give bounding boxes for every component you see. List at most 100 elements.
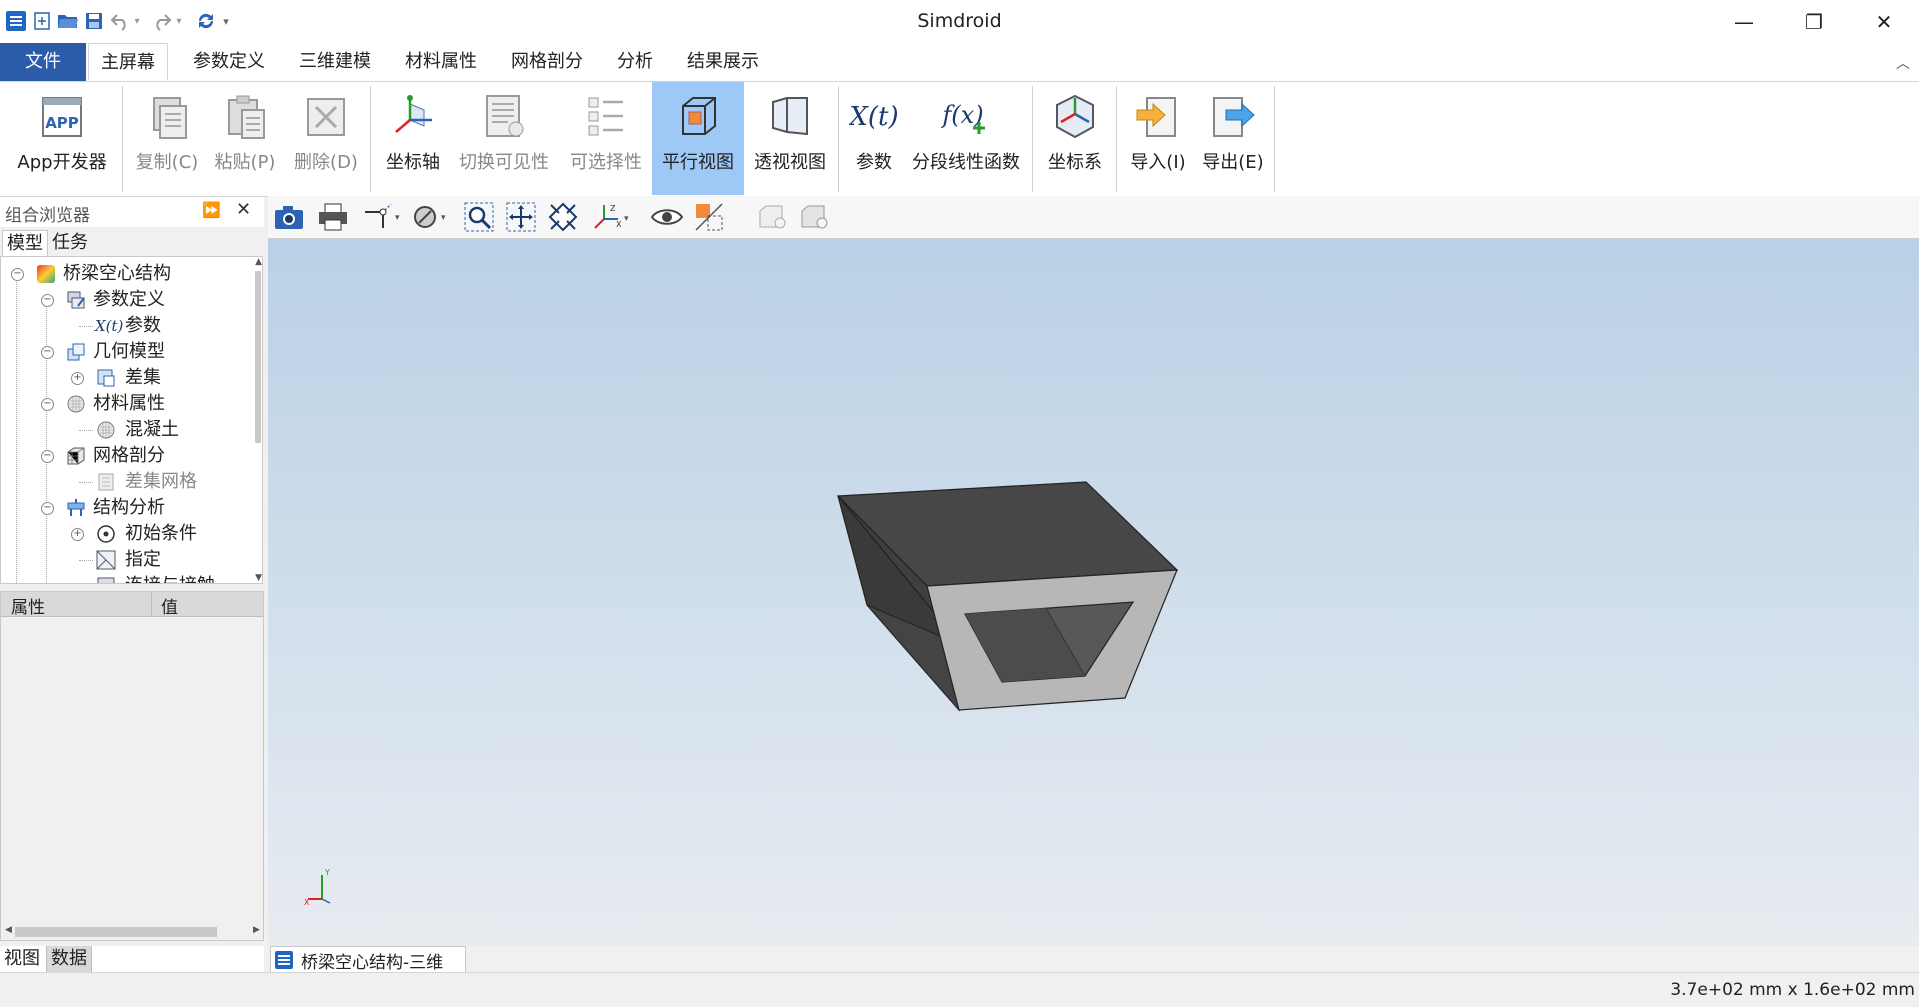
tree-item-label: 指定 xyxy=(125,549,161,570)
toggle-visibility-button[interactable]: 切换可见性 xyxy=(452,82,556,195)
initial-condition-icon xyxy=(97,525,115,543)
fit-all-icon[interactable] xyxy=(504,200,538,234)
tree-expand-icon[interactable]: + xyxy=(71,372,84,385)
restore-button[interactable]: ❐ xyxy=(1779,0,1849,43)
import-icon xyxy=(1136,97,1176,137)
menu-analysis[interactable]: 分析 xyxy=(605,43,665,81)
menu-file[interactable]: 文件 xyxy=(0,43,86,81)
menu-material-properties[interactable]: 材料属性 xyxy=(393,43,489,81)
axis-button[interactable]: 坐标轴 xyxy=(376,82,450,195)
coordinate-system-label: 坐标系 xyxy=(1048,152,1102,173)
tree-scroll-up-icon[interactable]: ▲ xyxy=(255,257,262,267)
combo-browser-title: 组合浏览器 xyxy=(5,206,90,226)
piecewise-function-icon: f(x) xyxy=(941,101,985,134)
parallel-view-label: 平行视图 xyxy=(662,152,734,173)
tab-task[interactable]: 任务 xyxy=(48,230,92,256)
axis-y-label: Y xyxy=(324,868,330,877)
selectability-icon xyxy=(588,97,623,136)
paste-button[interactable]: 粘贴(P) xyxy=(206,82,284,195)
tree-expand-icon[interactable]: + xyxy=(71,528,84,541)
perspective-view-button[interactable]: 透视视图 xyxy=(746,82,834,195)
tree-item-label: 初始条件 xyxy=(125,523,197,544)
app-icon: APP xyxy=(42,97,82,137)
paste-icon xyxy=(228,95,265,139)
tab-model[interactable]: 模型 xyxy=(2,230,48,257)
menu-meshing[interactable]: 网格剖分 xyxy=(499,43,595,81)
tree-scroll-down-icon[interactable]: ▼ xyxy=(255,573,262,583)
axis-dropdown-icon[interactable]: ▾ xyxy=(360,200,402,234)
parameter-button[interactable]: X(t) 参数 xyxy=(844,82,904,195)
svg-text:f(x): f(x) xyxy=(941,101,984,129)
props-scroll-left-icon[interactable]: ◀ xyxy=(5,925,12,935)
tree-item-label: 连接与接触 xyxy=(125,573,215,583)
3d-viewport[interactable]: Y X xyxy=(268,239,1919,946)
visibility-icon xyxy=(486,95,524,137)
svg-text:Z: Z xyxy=(610,204,616,213)
minimize-button[interactable]: — xyxy=(1709,0,1779,43)
menu-home[interactable]: 主屏幕 xyxy=(88,43,168,81)
svg-text:▾: ▾ xyxy=(395,213,400,223)
fit-selection-icon[interactable] xyxy=(546,200,580,234)
bridge-box-girder-model[interactable] xyxy=(268,239,1919,946)
property-column-header: 属性 xyxy=(11,598,45,618)
tree-collapse-icon[interactable]: − xyxy=(41,294,54,307)
piecewise-function-button[interactable]: f(x) 分段线性函数 xyxy=(904,82,1028,195)
toggle-visibility-label: 切换可见性 xyxy=(459,152,549,173)
tree-collapse-icon[interactable]: − xyxy=(41,450,54,463)
tree-connector xyxy=(79,326,93,327)
selectability-button[interactable]: 可选择性 xyxy=(558,82,654,195)
copy-button[interactable]: 复制(C) xyxy=(128,82,206,195)
tree-collapse-icon[interactable]: − xyxy=(41,346,54,359)
axis-triad-icon: Y X xyxy=(304,868,331,907)
export-button[interactable]: 导出(E) xyxy=(1196,82,1270,195)
panel-close-icon[interactable]: ✕ xyxy=(236,199,251,220)
assign-icon xyxy=(96,550,116,570)
model-tree: ▲ ▼ − 桥梁空心结构 − 参数定义 X(t) 参数 − 几何模型 + 差集 … xyxy=(0,256,263,584)
coordinate-system-button[interactable]: 坐标系 xyxy=(1038,82,1112,195)
section-icon[interactable] xyxy=(692,200,726,234)
props-scroll-right-icon[interactable]: ▶ xyxy=(253,925,260,935)
tree-scrollbar-thumb[interactable] xyxy=(255,271,261,443)
ribbon-separator xyxy=(1032,86,1033,192)
axis-label: 坐标轴 xyxy=(386,152,440,173)
document-tab[interactable]: 桥梁空心结构-三维 xyxy=(270,946,466,973)
tree-item-label: 网格剖分 xyxy=(93,445,165,466)
analysis-icon xyxy=(67,499,85,516)
concrete-icon xyxy=(97,421,115,439)
tree-connector xyxy=(79,430,93,431)
print-icon[interactable] xyxy=(316,200,350,234)
delete-button[interactable]: 删除(D) xyxy=(286,82,366,195)
model-root-icon xyxy=(37,265,55,283)
tree-item-label: 混凝土 xyxy=(125,419,179,440)
column-divider xyxy=(151,592,152,616)
parameter-icon: X(t) xyxy=(95,317,124,335)
collapse-ribbon-icon[interactable]: ︿ xyxy=(1896,53,1910,73)
menu-parameter-definition[interactable]: 参数定义 xyxy=(181,43,277,81)
mesh-icon xyxy=(67,447,85,465)
tree-collapse-icon[interactable]: − xyxy=(11,268,24,281)
view-toolbar: ▾ ▾ Z X ▾ xyxy=(268,196,1919,239)
light-box-icon[interactable] xyxy=(756,200,790,234)
close-button[interactable]: ✕ xyxy=(1849,0,1919,43)
menu-3d-modeling[interactable]: 三维建模 xyxy=(287,43,383,81)
svg-text:▾: ▾ xyxy=(624,214,629,224)
app-developer-button[interactable]: APP App开发器 xyxy=(4,82,120,195)
menu-results[interactable]: 结果展示 xyxy=(675,43,771,81)
show-eye-icon[interactable] xyxy=(650,200,684,234)
tree-guide-line xyxy=(16,279,18,583)
camera-icon[interactable] xyxy=(272,200,306,234)
tab-data[interactable]: 数据 xyxy=(46,946,92,973)
zoom-box-icon[interactable] xyxy=(462,200,496,234)
parameter-icon: X(t) xyxy=(849,102,899,132)
props-scrollbar-thumb[interactable] xyxy=(15,927,217,937)
dock-float-icon[interactable]: ⏩ xyxy=(202,201,221,219)
parallel-view-button[interactable]: 平行视图 xyxy=(652,82,744,195)
tab-view[interactable]: 视图 xyxy=(0,946,44,972)
light-box-2-icon[interactable] xyxy=(798,200,832,234)
view-axes-icon[interactable]: Z X ▾ xyxy=(588,200,632,234)
draw-style-icon[interactable]: ▾ xyxy=(408,200,450,234)
tree-collapse-icon[interactable]: − xyxy=(41,398,54,411)
import-button[interactable]: 导入(I) xyxy=(1122,82,1194,195)
value-column-header: 值 xyxy=(161,598,178,618)
tree-collapse-icon[interactable]: − xyxy=(41,502,54,515)
